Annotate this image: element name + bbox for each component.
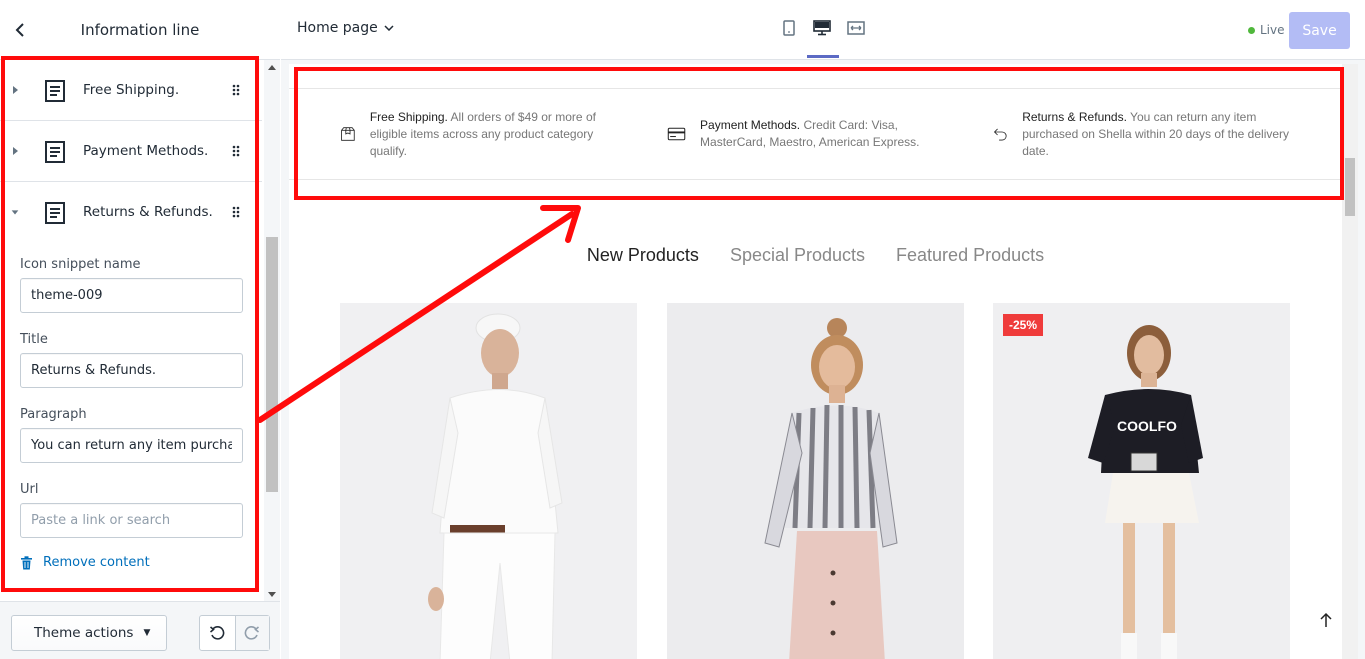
icon-snippet-input[interactable] xyxy=(20,278,243,313)
undo-redo-group xyxy=(199,615,270,651)
drag-handle-icon[interactable] xyxy=(231,144,241,158)
sidebar-footer: Theme actions ▼ xyxy=(0,601,280,659)
mobile-view-button[interactable] xyxy=(781,18,797,38)
discount-badge: -25% xyxy=(1003,314,1044,336)
product-image xyxy=(667,303,964,659)
drag-handle-icon[interactable] xyxy=(231,83,241,97)
page-selector-label: Home page xyxy=(297,20,378,36)
info-item-returns-refunds: Returns & Refunds. You can return any it… xyxy=(993,109,1293,160)
preview-scrollbar[interactable] xyxy=(1342,64,1358,659)
remove-content-label: Remove content xyxy=(43,555,150,570)
info-title: Free Shipping. xyxy=(369,110,448,124)
tab-special-products[interactable]: Special Products xyxy=(730,245,865,266)
return-arrow-icon xyxy=(993,128,1007,141)
theme-actions-label: Theme actions xyxy=(34,625,134,641)
sidebar: Information line Free Shipping. Payment … xyxy=(0,0,280,659)
desktop-icon xyxy=(813,20,831,36)
block-label: Returns & Refunds. xyxy=(83,204,213,220)
back-arrow-icon[interactable] xyxy=(8,18,32,42)
mobile-icon xyxy=(783,20,795,36)
drag-handle-icon[interactable] xyxy=(231,205,241,219)
desktop-view-button[interactable] xyxy=(813,18,831,38)
block-label: Free Shipping. xyxy=(83,82,180,98)
fullscreen-icon xyxy=(847,21,865,35)
undo-button[interactable] xyxy=(200,616,235,650)
product-image: COOLFO xyxy=(993,303,1290,659)
dropdown-caret-icon: ▼ xyxy=(143,628,151,638)
page-selector[interactable]: Home page xyxy=(297,20,394,36)
live-status: Live xyxy=(1248,23,1285,37)
live-dot-icon xyxy=(1248,26,1255,34)
redo-icon xyxy=(244,626,260,640)
svg-text:COOLFO: COOLFO xyxy=(1117,418,1177,434)
block-payment-methods[interactable]: Payment Methods. xyxy=(0,121,262,182)
info-title: Payment Methods. xyxy=(700,118,801,132)
info-item-free-shipping: Free Shipping. All orders of $49 or more… xyxy=(340,109,630,160)
sidebar-scroll-area: Free Shipping. Payment Methods. Returns … xyxy=(0,60,280,601)
product-image xyxy=(340,303,637,659)
block-settings-form: Icon snippet name Title Paragraph Url Re… xyxy=(0,234,262,601)
fullscreen-view-button[interactable] xyxy=(847,18,865,38)
chevron-down-icon xyxy=(384,25,394,31)
active-device-indicator xyxy=(807,55,839,58)
sidebar-scroll-thumb[interactable] xyxy=(266,237,278,492)
url-label: Url xyxy=(20,482,39,497)
tab-new-products[interactable]: New Products xyxy=(587,245,699,266)
editor-topbar: Home page Live Save xyxy=(281,0,1365,60)
block-label: Payment Methods. xyxy=(83,143,209,159)
text-block-icon xyxy=(45,202,65,224)
scroll-up-arrow-icon[interactable] xyxy=(266,62,278,72)
title-input[interactable] xyxy=(20,353,243,388)
info-text: Free Shipping. All orders of $49 or more… xyxy=(370,109,630,160)
tab-featured-products[interactable]: Featured Products xyxy=(896,245,1044,266)
live-label: Live xyxy=(1260,23,1285,37)
box-icon xyxy=(341,127,355,141)
paragraph-input[interactable] xyxy=(20,428,243,463)
caret-down-icon[interactable] xyxy=(10,206,20,218)
info-item-payment-methods: Payment Methods. Credit Card: Visa, Mast… xyxy=(667,117,967,151)
block-free-shipping[interactable]: Free Shipping. xyxy=(0,60,262,121)
paragraph-label: Paragraph xyxy=(20,407,87,422)
product-card[interactable] xyxy=(340,303,637,659)
url-input[interactable] xyxy=(20,503,243,538)
info-text: Returns & Refunds. You can return any it… xyxy=(1022,109,1293,160)
caret-right-icon[interactable] xyxy=(10,145,20,157)
device-switcher xyxy=(781,18,865,38)
back-to-top-icon[interactable] xyxy=(1316,610,1336,630)
product-card[interactable]: COOLFO -25% xyxy=(993,303,1290,659)
text-block-icon xyxy=(45,80,65,102)
product-card[interactable] xyxy=(667,303,964,659)
save-button[interactable]: Save xyxy=(1289,12,1350,49)
theme-actions-button[interactable]: Theme actions ▼ xyxy=(11,615,167,651)
remove-content-button[interactable]: Remove content xyxy=(20,555,150,570)
preview-scroll-thumb[interactable] xyxy=(1345,158,1355,216)
info-text: Payment Methods. Credit Card: Visa, Mast… xyxy=(700,117,967,151)
undo-icon xyxy=(210,626,225,640)
information-line: Free Shipping. All orders of $49 or more… xyxy=(289,88,1342,180)
storefront-preview: Free Shipping. All orders of $49 or more… xyxy=(289,64,1342,659)
caret-right-icon[interactable] xyxy=(10,84,20,96)
scroll-down-arrow-icon[interactable] xyxy=(266,589,278,599)
trash-icon xyxy=(21,555,32,569)
sidebar-title: Information line xyxy=(80,20,200,39)
product-tabs: New Products Special Products Featured P… xyxy=(289,245,1342,266)
title-label: Title xyxy=(20,332,48,347)
info-title: Returns & Refunds. xyxy=(1022,110,1127,124)
text-block-icon xyxy=(45,141,65,163)
credit-card-icon xyxy=(667,127,686,141)
icon-snippet-label: Icon snippet name xyxy=(20,257,141,272)
sidebar-header: Information line xyxy=(0,0,280,60)
redo-button[interactable] xyxy=(234,616,269,650)
